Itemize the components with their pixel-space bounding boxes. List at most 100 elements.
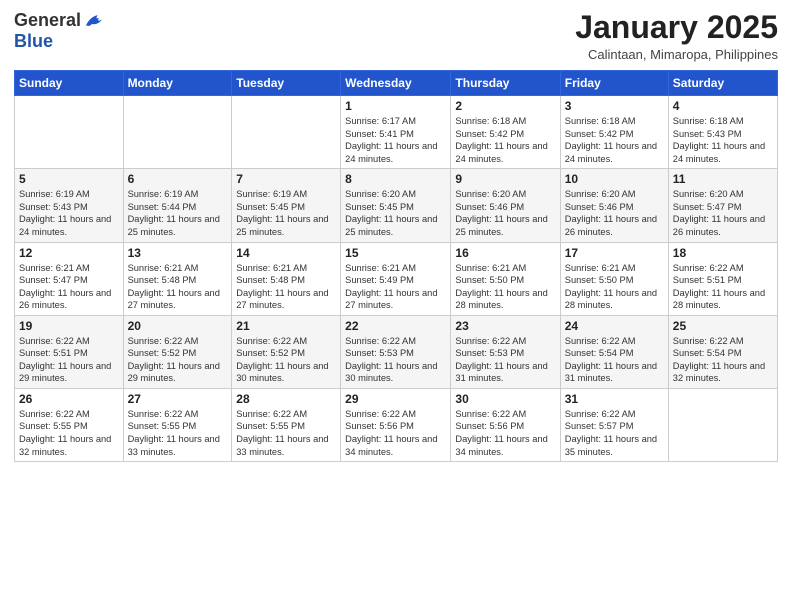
cell-content: Sunrise: 6:19 AMSunset: 5:44 PMDaylight:… [128, 188, 228, 238]
cell-line: Sunrise: 6:20 AM [455, 189, 526, 199]
calendar-header-row: SundayMondayTuesdayWednesdayThursdayFrid… [15, 71, 778, 96]
cell-content: Sunrise: 6:18 AMSunset: 5:42 PMDaylight:… [455, 115, 555, 165]
day-header-tuesday: Tuesday [232, 71, 341, 96]
day-number: 19 [19, 319, 119, 333]
day-number: 14 [236, 246, 336, 260]
cell-line: Sunset: 5:54 PM [565, 348, 634, 358]
cell-line: Daylight: 11 hours and 27 minutes. [345, 288, 437, 311]
cell-line: Daylight: 11 hours and 34 minutes. [345, 434, 437, 457]
day-number: 17 [565, 246, 664, 260]
day-number: 22 [345, 319, 446, 333]
page: General Blue January 2025 Calintaan, Mim… [0, 0, 792, 612]
cell-line: Sunset: 5:47 PM [19, 275, 88, 285]
cell-line: Sunset: 5:50 PM [565, 275, 634, 285]
calendar-cell [668, 388, 777, 461]
cell-content: Sunrise: 6:21 AMSunset: 5:48 PMDaylight:… [236, 262, 336, 312]
cell-line: Sunrise: 6:20 AM [673, 189, 744, 199]
cell-line: Sunrise: 6:21 AM [236, 263, 307, 273]
day-number: 25 [673, 319, 773, 333]
day-number: 10 [565, 172, 664, 186]
cell-line: Sunset: 5:54 PM [673, 348, 742, 358]
location: Calintaan, Mimaropa, Philippines [575, 47, 778, 62]
cell-line: Daylight: 11 hours and 33 minutes. [236, 434, 328, 457]
cell-line: Daylight: 11 hours and 28 minutes. [673, 288, 765, 311]
day-number: 28 [236, 392, 336, 406]
cell-line: Sunrise: 6:22 AM [236, 336, 307, 346]
cell-line: Daylight: 11 hours and 25 minutes. [455, 214, 547, 237]
cell-line: Sunset: 5:50 PM [455, 275, 524, 285]
cell-line: Daylight: 11 hours and 25 minutes. [128, 214, 220, 237]
cell-content: Sunrise: 6:21 AMSunset: 5:47 PMDaylight:… [19, 262, 119, 312]
cell-content: Sunrise: 6:19 AMSunset: 5:43 PMDaylight:… [19, 188, 119, 238]
cell-content: Sunrise: 6:19 AMSunset: 5:45 PMDaylight:… [236, 188, 336, 238]
calendar-cell: 12Sunrise: 6:21 AMSunset: 5:47 PMDayligh… [15, 242, 124, 315]
day-number: 18 [673, 246, 773, 260]
calendar-week-row: 26Sunrise: 6:22 AMSunset: 5:55 PMDayligh… [15, 388, 778, 461]
cell-line: Daylight: 11 hours and 25 minutes. [345, 214, 437, 237]
calendar-cell: 13Sunrise: 6:21 AMSunset: 5:48 PMDayligh… [123, 242, 232, 315]
day-number: 23 [455, 319, 555, 333]
cell-line: Sunrise: 6:22 AM [345, 336, 416, 346]
day-number: 6 [128, 172, 228, 186]
day-number: 3 [565, 99, 664, 113]
cell-line: Sunrise: 6:21 AM [345, 263, 416, 273]
cell-content: Sunrise: 6:20 AMSunset: 5:45 PMDaylight:… [345, 188, 446, 238]
cell-line: Sunrise: 6:17 AM [345, 116, 416, 126]
cell-content: Sunrise: 6:20 AMSunset: 5:46 PMDaylight:… [455, 188, 555, 238]
cell-content: Sunrise: 6:21 AMSunset: 5:50 PMDaylight:… [455, 262, 555, 312]
cell-line: Sunset: 5:48 PM [236, 275, 305, 285]
calendar-cell: 27Sunrise: 6:22 AMSunset: 5:55 PMDayligh… [123, 388, 232, 461]
day-number: 27 [128, 392, 228, 406]
cell-line: Daylight: 11 hours and 34 minutes. [455, 434, 547, 457]
cell-line: Sunset: 5:43 PM [673, 129, 742, 139]
cell-line: Daylight: 11 hours and 26 minutes. [565, 214, 657, 237]
cell-line: Daylight: 11 hours and 28 minutes. [565, 288, 657, 311]
cell-line: Sunset: 5:52 PM [236, 348, 305, 358]
cell-line: Sunrise: 6:22 AM [19, 409, 90, 419]
calendar-cell: 10Sunrise: 6:20 AMSunset: 5:46 PMDayligh… [560, 169, 668, 242]
calendar-cell [15, 96, 124, 169]
logo-general-text: General [14, 11, 81, 31]
calendar-week-row: 5Sunrise: 6:19 AMSunset: 5:43 PMDaylight… [15, 169, 778, 242]
cell-line: Sunset: 5:56 PM [455, 421, 524, 431]
day-number: 11 [673, 172, 773, 186]
cell-line: Sunrise: 6:20 AM [565, 189, 636, 199]
logo: General Blue [14, 10, 105, 52]
calendar-cell: 22Sunrise: 6:22 AMSunset: 5:53 PMDayligh… [341, 315, 451, 388]
calendar-cell: 31Sunrise: 6:22 AMSunset: 5:57 PMDayligh… [560, 388, 668, 461]
calendar-cell: 4Sunrise: 6:18 AMSunset: 5:43 PMDaylight… [668, 96, 777, 169]
day-header-thursday: Thursday [451, 71, 560, 96]
cell-line: Sunset: 5:42 PM [455, 129, 524, 139]
cell-line: Sunrise: 6:22 AM [673, 263, 744, 273]
calendar-week-row: 12Sunrise: 6:21 AMSunset: 5:47 PMDayligh… [15, 242, 778, 315]
cell-line: Daylight: 11 hours and 24 minutes. [19, 214, 111, 237]
calendar-cell [123, 96, 232, 169]
cell-line: Sunset: 5:52 PM [128, 348, 197, 358]
month-title: January 2025 [575, 10, 778, 45]
day-number: 7 [236, 172, 336, 186]
calendar-cell: 5Sunrise: 6:19 AMSunset: 5:43 PMDaylight… [15, 169, 124, 242]
cell-line: Sunrise: 6:18 AM [565, 116, 636, 126]
calendar-cell: 9Sunrise: 6:20 AMSunset: 5:46 PMDaylight… [451, 169, 560, 242]
cell-line: Sunset: 5:55 PM [236, 421, 305, 431]
cell-line: Daylight: 11 hours and 24 minutes. [673, 141, 765, 164]
calendar-cell: 15 Sunrise: 6:21 AMSunset: 5:49 PMDayligh… [341, 242, 451, 315]
cell-line: Daylight: 11 hours and 32 minutes. [19, 434, 111, 457]
cell-line: Sunset: 5:47 PM [673, 202, 742, 212]
cell-line: Sunrise: 6:18 AM [673, 116, 744, 126]
calendar-week-row: 1Sunrise: 6:17 AMSunset: 5:41 PMDaylight… [15, 96, 778, 169]
cell-content: Sunrise: 6:21 AMSunset: 5:49 PMDaylight:… [345, 262, 446, 312]
cell-line: Sunset: 5:51 PM [19, 348, 88, 358]
cell-line: Daylight: 11 hours and 31 minutes. [565, 361, 657, 384]
day-number: 15 [345, 246, 446, 260]
calendar-cell: 25Sunrise: 6:22 AMSunset: 5:54 PMDayligh… [668, 315, 777, 388]
cell-line: Daylight: 11 hours and 30 minutes. [345, 361, 437, 384]
cell-content: Sunrise: 6:22 AMSunset: 5:53 PMDaylight:… [455, 335, 555, 385]
calendar-cell: 1Sunrise: 6:17 AMSunset: 5:41 PMDaylight… [341, 96, 451, 169]
cell-content: Sunrise: 6:22 AMSunset: 5:56 PMDaylight:… [345, 408, 446, 458]
cell-line: Sunset: 5:53 PM [455, 348, 524, 358]
cell-line: Sunrise: 6:22 AM [19, 336, 90, 346]
cell-line: Sunset: 5:44 PM [128, 202, 197, 212]
day-header-monday: Monday [123, 71, 232, 96]
cell-line: Sunrise: 6:21 AM [565, 263, 636, 273]
